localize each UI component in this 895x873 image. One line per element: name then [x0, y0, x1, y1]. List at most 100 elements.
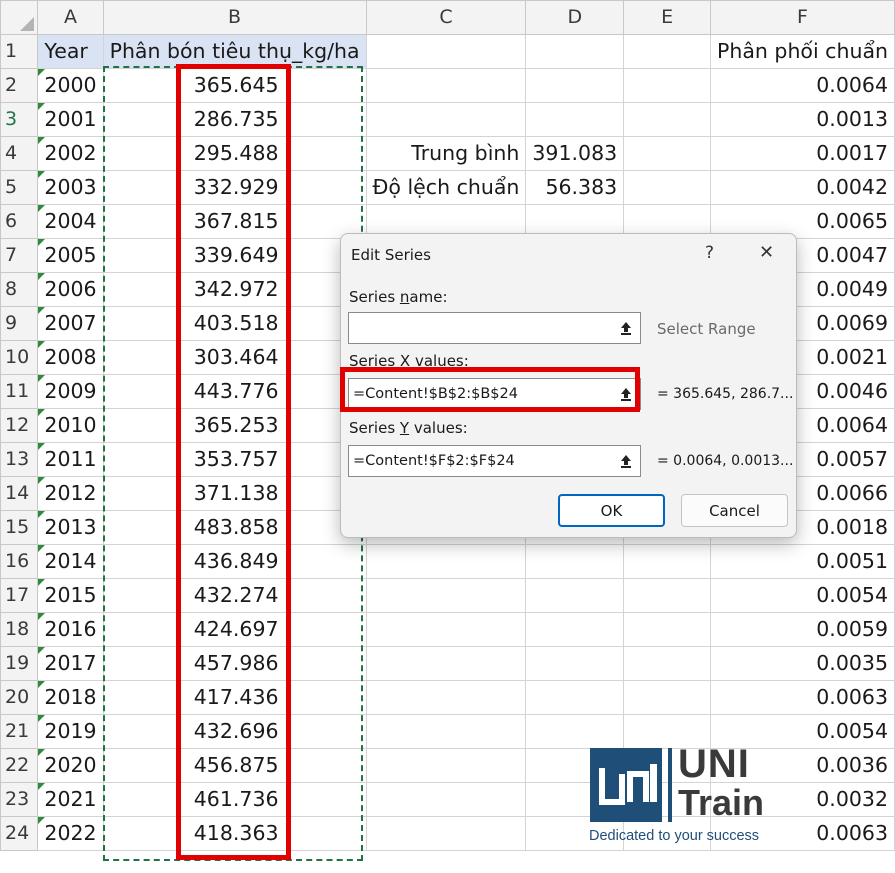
row-number[interactable]: 4 [0, 136, 39, 171]
cell-year[interactable]: 2017 [37, 646, 104, 681]
cell-f[interactable]: 0.0017 [709, 136, 895, 171]
cell-c[interactable] [365, 102, 527, 137]
cell-f[interactable]: 0.0064 [709, 68, 895, 103]
cell-value[interactable]: 303.464 [102, 340, 367, 375]
row-number[interactable]: 13 [0, 442, 39, 477]
close-icon[interactable]: ✕ [759, 242, 774, 263]
cell-c[interactable] [365, 782, 527, 817]
row-number[interactable]: 12 [0, 408, 39, 443]
cell-c[interactable] [365, 646, 527, 681]
cell-d[interactable] [525, 102, 625, 137]
cancel-button[interactable]: Cancel [681, 494, 788, 527]
cell-value[interactable]: 456.875 [102, 748, 367, 783]
series-x-field[interactable]: =Content!$B$2:$B$24 [348, 378, 641, 410]
mean-label[interactable]: Trung bình [365, 136, 527, 171]
series-x-collapse-icon[interactable] [614, 379, 638, 409]
row-number[interactable]: 7 [0, 238, 39, 273]
column-header-c[interactable]: C [365, 0, 527, 35]
cell-year[interactable]: 2007 [37, 306, 104, 341]
cell-year[interactable]: 2002 [37, 136, 104, 171]
row-number[interactable]: 21 [0, 714, 39, 749]
cell-year[interactable]: 2010 [37, 408, 104, 443]
row-number[interactable]: 20 [0, 680, 39, 715]
cell-year[interactable]: 2000 [37, 68, 104, 103]
cell-e[interactable] [623, 612, 711, 647]
cell-year[interactable]: 2022 [37, 816, 104, 851]
cell-value[interactable]: 353.757 [102, 442, 367, 477]
cell-f1-header[interactable]: Phân phối chuẩn [709, 34, 895, 69]
cell-c[interactable] [365, 544, 527, 579]
series-y-field[interactable]: =Content!$F$2:$F$24 [348, 445, 641, 477]
cell-c[interactable] [365, 578, 527, 613]
cell-value[interactable]: 367.815 [102, 204, 367, 239]
cell-c[interactable] [365, 748, 527, 783]
series-name-field[interactable] [348, 312, 641, 344]
cell-e[interactable] [623, 646, 711, 681]
row-number[interactable]: 14 [0, 476, 39, 511]
cell-value[interactable]: 342.972 [102, 272, 367, 307]
cell-value[interactable]: 332.929 [102, 170, 367, 205]
cell-year[interactable]: 2004 [37, 204, 104, 239]
row-number[interactable]: 23 [0, 782, 39, 817]
cell-value[interactable]: 286.735 [102, 102, 367, 137]
cell-e[interactable] [623, 170, 711, 205]
cell-year[interactable]: 2001 [37, 102, 104, 137]
cell-value[interactable]: 295.488 [102, 136, 367, 171]
cell-value[interactable]: 418.363 [102, 816, 367, 851]
cell-year[interactable]: 2019 [37, 714, 104, 749]
cell-b1-header[interactable]: Phân bón tiêu thụ_kg/ha [102, 34, 367, 69]
cell-value[interactable]: 483.858 [102, 510, 367, 545]
cell-f[interactable]: 0.0059 [709, 612, 895, 647]
cell-value[interactable]: 457.986 [102, 646, 367, 681]
cell-year[interactable]: 2018 [37, 680, 104, 715]
cell-d[interactable] [525, 612, 625, 647]
ok-button[interactable]: OK [558, 494, 665, 527]
cell-c[interactable] [365, 714, 527, 749]
row-number[interactable]: 5 [0, 170, 39, 205]
cell-d[interactable] [525, 578, 625, 613]
cell-year[interactable]: 2016 [37, 612, 104, 647]
cell-d1[interactable] [525, 34, 625, 69]
cell-value[interactable]: 443.776 [102, 374, 367, 409]
std-value[interactable]: 56.383 [525, 170, 625, 205]
cell-year[interactable]: 2003 [37, 170, 104, 205]
column-header-f[interactable]: F [709, 0, 895, 35]
cell-year[interactable]: 2005 [37, 238, 104, 273]
column-header-d[interactable]: D [525, 0, 625, 35]
cell-year[interactable]: 2012 [37, 476, 104, 511]
cell-value[interactable]: 365.645 [102, 68, 367, 103]
cell-value[interactable]: 339.649 [102, 238, 367, 273]
cell-year[interactable]: 2009 [37, 374, 104, 409]
cell-c[interactable] [365, 680, 527, 715]
cell-f[interactable]: 0.0063 [709, 680, 895, 715]
cell-f[interactable]: 0.0035 [709, 646, 895, 681]
row-number[interactable]: 9 [0, 306, 39, 341]
cell-f[interactable]: 0.0013 [709, 102, 895, 137]
cell-f[interactable]: 0.0051 [709, 544, 895, 579]
cell-c[interactable] [365, 612, 527, 647]
cell-c1[interactable] [365, 34, 527, 69]
cell-value[interactable]: 432.696 [102, 714, 367, 749]
row-number[interactable]: 18 [0, 612, 39, 647]
cell-c[interactable] [365, 816, 527, 851]
series-y-collapse-icon[interactable] [614, 446, 638, 476]
cell-year[interactable]: 2013 [37, 510, 104, 545]
row-number[interactable]: 3 [0, 102, 39, 137]
row-number[interactable]: 19 [0, 646, 39, 681]
cell-value[interactable]: 432.274 [102, 578, 367, 613]
cell-value[interactable]: 436.849 [102, 544, 367, 579]
help-button[interactable]: ? [705, 243, 714, 263]
cell-d[interactable] [525, 680, 625, 715]
std-label[interactable]: Độ lệch chuẩn [365, 170, 527, 205]
cell-value[interactable]: 403.518 [102, 306, 367, 341]
cell-e[interactable] [623, 136, 711, 171]
row-number[interactable]: 17 [0, 578, 39, 613]
cell-year[interactable]: 2020 [37, 748, 104, 783]
row-number[interactable]: 10 [0, 340, 39, 375]
cell-year[interactable]: 2006 [37, 272, 104, 307]
row-number[interactable]: 1 [0, 34, 39, 69]
row-number[interactable]: 22 [0, 748, 39, 783]
row-number[interactable]: 2 [0, 68, 39, 103]
cell-year[interactable]: 2015 [37, 578, 104, 613]
cell-e[interactable] [623, 68, 711, 103]
